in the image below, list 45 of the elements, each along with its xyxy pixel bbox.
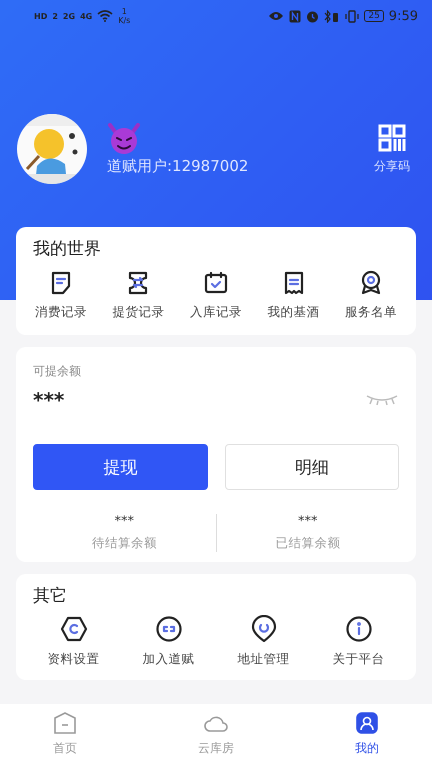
menu-item[interactable]: 入库记录 [177, 270, 255, 321]
section-title: 我的世界 [32, 238, 102, 260]
bluetooth-icon [324, 10, 340, 22]
stat-label: 已结算余额 [275, 535, 340, 552]
menu-item[interactable]: 资料设置 [26, 615, 121, 668]
details-button[interactable]: 明细 [224, 444, 399, 490]
speed-value: 1 [122, 7, 127, 16]
menu-item[interactable]: 关于平台 [311, 615, 406, 668]
username: 道赋用户:12987002 [107, 156, 250, 176]
share-code-button[interactable]: 分享码 [374, 124, 410, 174]
eye-closed-icon[interactable] [365, 394, 399, 406]
menu-item[interactable]: 服务名单 [332, 270, 410, 321]
status-indicator: 4G [80, 12, 92, 20]
battery-level: 25 [364, 10, 384, 22]
stat-value: *** [114, 514, 134, 529]
location-pin-icon [250, 615, 278, 643]
menu-item[interactable]: 我的基酒 [254, 270, 332, 321]
withdraw-button[interactable]: 提现 [33, 444, 208, 490]
menu-item[interactable]: 消费记录 [22, 270, 100, 321]
balance-label: 可提余额 [33, 363, 82, 380]
wifi-icon [97, 10, 114, 22]
status-indicator: 2 [52, 12, 58, 20]
eye-icon [268, 11, 284, 21]
stat-value: *** [298, 514, 318, 529]
devil-icon [107, 122, 141, 154]
section-title: 其它 [32, 585, 68, 607]
stat-label: 待结算余额 [92, 535, 157, 552]
balance-amount: *** [33, 388, 64, 412]
menu-item[interactable]: 地址管理 [216, 615, 311, 668]
user-icon [354, 710, 380, 736]
calendar-check-icon [202, 270, 229, 296]
alarm-icon [306, 10, 320, 22]
speed-unit: K/s [118, 16, 130, 25]
status-indicator: HD [34, 12, 48, 20]
menu-item[interactable]: 提货记录 [100, 270, 178, 321]
menu-item[interactable]: 加入道赋 [121, 615, 216, 668]
circle-link-icon [154, 615, 182, 643]
tab[interactable]: 我的 [337, 710, 397, 768]
clock-time: 9:59 [388, 8, 418, 24]
status-indicator: 2G [62, 12, 76, 20]
home-icon [52, 710, 78, 736]
vibrate-icon [345, 10, 360, 22]
hexagon-icon [60, 615, 88, 643]
nfc-icon [289, 10, 302, 22]
info-icon [344, 615, 372, 643]
